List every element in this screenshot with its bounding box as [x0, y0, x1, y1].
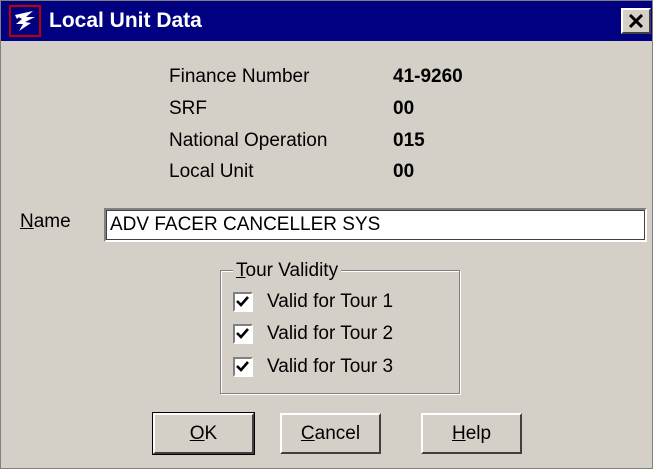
local-unit-data-dialog: Local Unit Data Finance Number 41-9260 S…: [0, 0, 653, 469]
tour-validity-legend: Tour Validity: [233, 259, 342, 283]
tour-1-label: Valid for Tour 1: [267, 291, 394, 312]
tour-3-label: Valid for Tour 3: [267, 356, 394, 377]
tour-2-checkbox[interactable]: [233, 324, 253, 344]
tour-validity-mnemonic: T: [236, 260, 246, 281]
close-icon: [628, 13, 644, 29]
local-unit-value: 00: [393, 161, 415, 182]
national-operation-value: 015: [393, 130, 425, 151]
window-title: Local Unit Data: [49, 9, 202, 32]
title-bar[interactable]: Local Unit Data: [1, 1, 652, 41]
close-button[interactable]: [621, 8, 651, 34]
ok-button[interactable]: OK: [152, 412, 255, 455]
ok-rest: K: [204, 423, 218, 444]
name-label: Name: [20, 210, 71, 234]
finance-number-label: Finance Number: [169, 66, 310, 87]
checkmark-icon: [236, 296, 249, 307]
cancel-rest: ancel: [314, 423, 361, 444]
name-input[interactable]: [104, 208, 647, 242]
name-label-mnemonic: N: [20, 211, 34, 232]
name-label-rest: ame: [33, 211, 71, 232]
eagle-logo-icon: [9, 5, 41, 37]
tour-2-label: Valid for Tour 2: [267, 323, 394, 344]
help-rest: elp: [465, 423, 492, 444]
srf-label: SRF: [169, 98, 207, 119]
finance-number-value: 41-9260: [393, 66, 463, 87]
local-unit-label: Local Unit: [169, 161, 254, 182]
help-mnemonic: H: [451, 423, 466, 444]
help-button[interactable]: Help: [421, 413, 522, 454]
srf-value: 00: [393, 98, 415, 119]
ok-mnemonic: O: [189, 423, 205, 444]
cancel-button[interactable]: Cancel: [280, 413, 381, 454]
tour-3-checkbox[interactable]: [233, 357, 253, 377]
checkmark-icon: [236, 328, 249, 339]
checkmark-icon: [236, 361, 249, 372]
cancel-mnemonic: C: [300, 423, 315, 444]
tour-1-checkbox[interactable]: [233, 292, 253, 312]
national-operation-label: National Operation: [169, 130, 328, 151]
tour-validity-legend-rest: our Validity: [245, 260, 339, 281]
